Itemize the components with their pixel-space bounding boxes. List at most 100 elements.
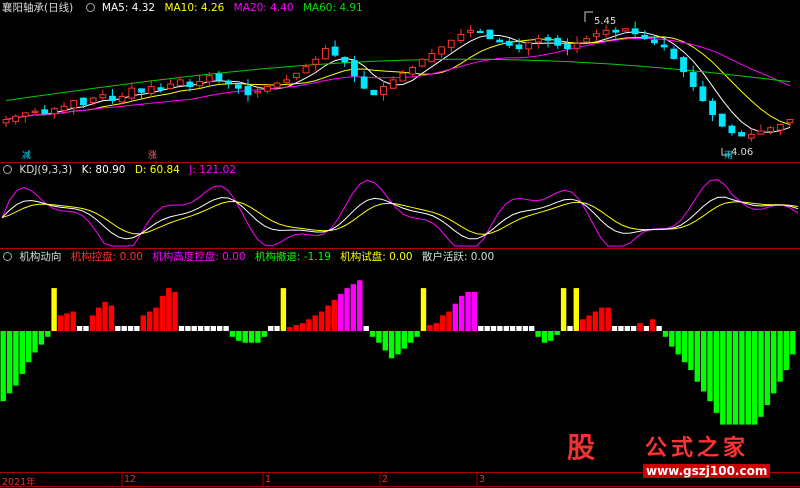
inst-legend-4: 机构试盘: 0.00 bbox=[340, 251, 413, 263]
logo-name: 公式之家 bbox=[645, 436, 750, 461]
inst-bar bbox=[287, 327, 293, 331]
candle-body bbox=[351, 60, 358, 77]
inst-bar bbox=[554, 331, 560, 335]
inst-legend-3: 机构撤退: -1.19 bbox=[254, 251, 331, 263]
inst-bar bbox=[662, 331, 669, 337]
inst-bar bbox=[26, 331, 32, 363]
candle-body bbox=[138, 88, 145, 93]
inst-bar bbox=[732, 331, 739, 425]
inst-bar bbox=[516, 326, 522, 331]
kdj-d-legend: D: 60.84 bbox=[134, 164, 180, 176]
inst-bar bbox=[707, 331, 713, 402]
candle-body bbox=[486, 29, 494, 40]
inst-bar bbox=[599, 307, 605, 331]
inst-bar bbox=[293, 325, 299, 331]
candle-body bbox=[389, 79, 397, 89]
candle-body bbox=[680, 57, 687, 73]
inst-bar bbox=[210, 326, 216, 331]
inst-bar bbox=[344, 288, 350, 331]
x-tick-label: 3 bbox=[479, 474, 486, 485]
inst-bar bbox=[573, 288, 579, 331]
inst-bar bbox=[242, 331, 248, 343]
candle-body bbox=[118, 95, 126, 103]
candle-body bbox=[534, 38, 542, 43]
inst-bar bbox=[357, 280, 363, 331]
candle-body bbox=[263, 85, 271, 92]
ma20-legend: MA20: 4.40 bbox=[233, 2, 294, 14]
inst-bar bbox=[299, 323, 306, 331]
candle-body bbox=[157, 87, 165, 91]
candle-body bbox=[612, 29, 620, 33]
candle-body bbox=[215, 73, 223, 81]
inst-bar bbox=[51, 288, 57, 331]
inst-bar bbox=[127, 326, 134, 331]
inst-bar bbox=[414, 331, 420, 337]
x-tick-label: 2021年 bbox=[2, 477, 36, 488]
inst-bar bbox=[64, 313, 70, 331]
inst-bar bbox=[376, 331, 382, 343]
inst-bar bbox=[688, 331, 694, 370]
candle-body bbox=[370, 89, 378, 96]
candle-body bbox=[738, 132, 746, 137]
candle-body bbox=[89, 97, 97, 103]
inst-bar bbox=[223, 326, 229, 331]
inst-bar bbox=[369, 331, 376, 337]
inst-bar bbox=[236, 331, 242, 341]
inst-bar bbox=[147, 311, 153, 331]
inst-header: 机构动向 机构控盘: 0.00 机构高度控盘: 0.00 机构撤退: -1.19… bbox=[0, 250, 500, 264]
inst-bar bbox=[484, 326, 490, 331]
candle-body bbox=[273, 82, 281, 88]
inst-bar bbox=[446, 311, 452, 331]
candle-body bbox=[399, 72, 407, 82]
toggle-circle-icon[interactable] bbox=[85, 3, 95, 12]
inst-bar bbox=[178, 326, 185, 331]
inst-bar bbox=[268, 326, 274, 331]
candle-body bbox=[418, 58, 426, 67]
x-tick-label: 1 bbox=[265, 474, 272, 485]
inst-bar bbox=[325, 305, 331, 331]
candle-body bbox=[254, 90, 262, 94]
inst-bar bbox=[134, 326, 140, 331]
inst-bar bbox=[567, 326, 573, 331]
x-axis-ticks bbox=[121, 473, 478, 486]
candle-body bbox=[50, 108, 58, 115]
toggle-circle-icon[interactable] bbox=[3, 165, 12, 174]
inst-bar bbox=[248, 331, 255, 343]
candle-body bbox=[186, 81, 194, 87]
inst-bar bbox=[713, 331, 720, 413]
inst-bar bbox=[338, 293, 344, 331]
inst-bar bbox=[255, 331, 261, 343]
candle-body bbox=[109, 95, 116, 102]
candle-body bbox=[670, 48, 678, 59]
inst-bar bbox=[478, 326, 484, 331]
inst-bar bbox=[153, 307, 159, 331]
inst-bar bbox=[388, 331, 395, 359]
candle-body bbox=[786, 118, 794, 124]
kdj-title: KDJ(9,3,3) bbox=[19, 164, 73, 176]
inst-bar bbox=[745, 331, 751, 425]
candlesticks bbox=[2, 21, 794, 142]
inst-bar bbox=[439, 315, 446, 331]
inst-bar bbox=[408, 331, 414, 343]
inst-bar bbox=[503, 326, 509, 331]
inst-bar bbox=[6, 331, 13, 394]
inst-bar bbox=[758, 331, 764, 417]
inst-bar bbox=[108, 305, 115, 331]
candle-body bbox=[128, 87, 136, 99]
ma-lines bbox=[5, 31, 791, 133]
institution-bars bbox=[0, 280, 796, 425]
inst-bar bbox=[57, 315, 64, 331]
candle-body bbox=[476, 31, 484, 34]
inst-bar bbox=[783, 331, 790, 370]
toggle-circle-icon[interactable] bbox=[3, 252, 12, 261]
x-tick-label: 12 bbox=[124, 474, 137, 485]
candle-body bbox=[225, 80, 233, 84]
candle-body bbox=[167, 83, 174, 89]
inst-bar bbox=[669, 331, 675, 347]
ma60-legend: MA60: 4.91 bbox=[302, 2, 363, 14]
candle-body bbox=[631, 28, 639, 35]
high-label: 5.45 bbox=[594, 16, 616, 27]
candle-body bbox=[583, 38, 591, 43]
kdj-k-legend: K: 80.90 bbox=[81, 164, 126, 176]
candle-body bbox=[767, 127, 775, 132]
